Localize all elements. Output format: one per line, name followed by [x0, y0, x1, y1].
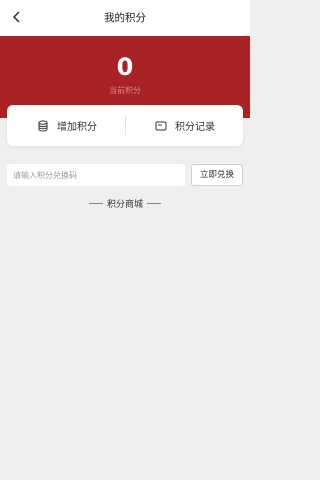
redeem-button[interactable]: 立即兑换 [191, 164, 243, 186]
add-points-button[interactable]: 增加积分 [37, 105, 97, 146]
page-title: 我的积分 [104, 12, 146, 24]
points-value: 0 [116, 53, 134, 81]
card-icon [155, 120, 167, 132]
heading-line-left [88, 202, 103, 204]
points-records-button[interactable]: 积分记录 [155, 105, 215, 146]
redeem-code-input[interactable] [7, 164, 185, 186]
coins-stack-icon [37, 119, 49, 132]
actions-card: 增加积分 积分记录 [7, 105, 243, 146]
points-label: 当前积分 [109, 86, 141, 95]
top-nav-bar: 我的积分 [0, 0, 250, 36]
actions-divider [125, 116, 126, 135]
points-mall-heading: 积分商城 [0, 196, 250, 210]
add-points-label: 增加积分 [57, 122, 97, 133]
points-records-label: 积分记录 [175, 122, 215, 133]
heading-line-right [147, 202, 161, 204]
points-mall-title: 积分商城 [106, 199, 143, 210]
